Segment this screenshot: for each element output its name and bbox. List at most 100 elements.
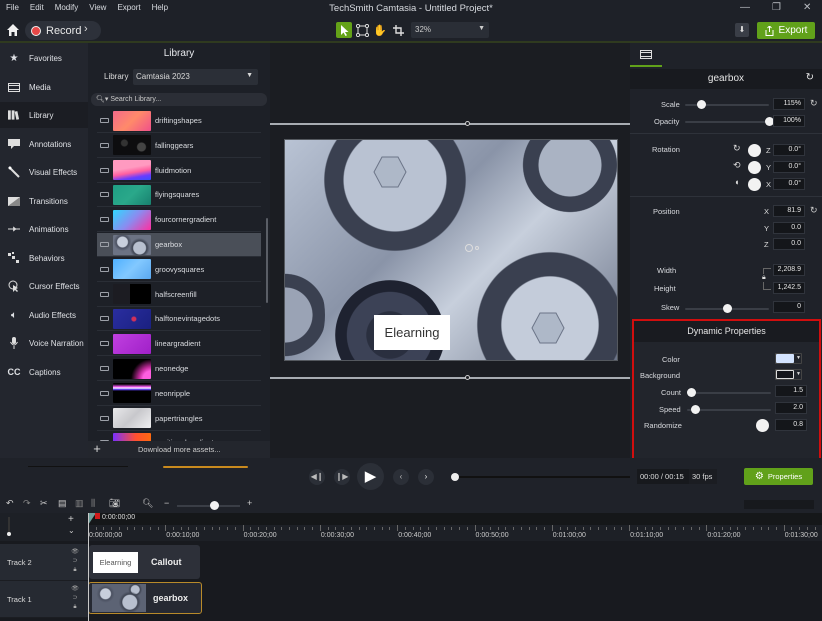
ruler-bar[interactable] (88, 513, 822, 525)
sidebar-item-annotations[interactable]: Annotations (0, 131, 88, 157)
playhead-line[interactable] (88, 513, 89, 621)
minimize-icon[interactable]: — (740, 2, 750, 13)
track-header[interactable]: Track 2 👁︎ ⊃ 🔒︎ (0, 544, 88, 581)
copy-icon[interactable]: ▤ (58, 498, 67, 509)
opacity-field[interactable]: 100% (773, 115, 805, 127)
skew-slider-knob[interactable] (722, 304, 732, 313)
reset-icon[interactable]: ↻ (810, 205, 818, 216)
callout-text-box[interactable]: Elearning (374, 315, 450, 350)
lock-icon[interactable]: 🔒︎ (73, 604, 76, 610)
position-z-field[interactable]: 0.0 (773, 238, 805, 250)
sidebar-item-transitions[interactable]: Transitions (0, 188, 88, 214)
reset-icon[interactable]: ↻ (810, 98, 818, 109)
selection-top-edge[interactable] (270, 123, 630, 125)
callout-clip[interactable]: Elearning Callout (89, 545, 200, 579)
library-item[interactable]: halfscreenfill (97, 283, 261, 307)
timeline-scroll-area[interactable] (744, 500, 814, 509)
edit-bounds-icon[interactable] (354, 22, 370, 38)
zoom-out-icon[interactable]: − (164, 498, 169, 508)
redo-icon[interactable]: ↷ (23, 498, 31, 509)
library-item[interactable]: papertriangles (97, 407, 261, 431)
sidebar-item-library[interactable]: Library (0, 102, 88, 128)
color-picker[interactable]: ▼ (775, 353, 802, 364)
sidebar-item-media[interactable]: Media (0, 74, 88, 100)
library-item[interactable]: flyingsquares (97, 183, 261, 208)
lock-icon[interactable]: 🔒︎ (762, 274, 766, 282)
zoom-in-icon[interactable]: + (247, 498, 252, 508)
split-icon[interactable]: ⫼ (91, 498, 95, 509)
previous-clip-icon[interactable]: ‹ (393, 469, 409, 485)
playhead-red-marker[interactable] (95, 513, 100, 519)
rotation-handle[interactable] (465, 244, 473, 252)
opacity-slider[interactable] (685, 121, 769, 123)
eye-icon[interactable]: 👁︎ (71, 586, 79, 592)
sidebar-item-voice-narration[interactable]: Voice Narration (0, 330, 88, 356)
drag-handle[interactable] (163, 466, 248, 468)
width-field[interactable]: 2,208.9 (773, 264, 805, 276)
paste-icon[interactable]: ▥ (75, 498, 84, 509)
crop-icon[interactable] (390, 22, 406, 38)
count-field[interactable]: 1.5 (775, 385, 807, 397)
undo-icon[interactable]: ↶ (6, 498, 14, 509)
select-arrow-icon[interactable] (336, 22, 352, 38)
library-selector-dropdown[interactable]: Camtasia 2023 ▼ (133, 69, 258, 85)
sidebar-item-captions[interactable]: CC Captions (0, 359, 88, 385)
download-icon[interactable]: ⬇ (735, 23, 749, 37)
sidebar-item-audio-effects[interactable]: 🔈︎ Audio Effects (0, 302, 88, 328)
step-back-icon[interactable]: ◀❙ (309, 469, 325, 485)
step-forward-icon[interactable]: ❙▶ (334, 469, 350, 485)
library-item[interactable]: fluidmotion (97, 159, 261, 183)
skew-field[interactable]: 0 (773, 301, 805, 313)
reset-icon[interactable]: ↻ (806, 72, 814, 83)
visual-properties-tab[interactable] (630, 43, 662, 67)
next-clip-icon[interactable]: › (418, 469, 434, 485)
library-search-input[interactable]: 🔍︎▾ Search Library... (91, 93, 267, 106)
sidebar-item-cursor-effects[interactable]: Cursor Effects (0, 273, 88, 299)
scrubber-knob[interactable] (450, 473, 459, 481)
video-preview[interactable]: Elearning (284, 139, 618, 361)
position-x-field[interactable]: 81.9 (773, 205, 805, 217)
background-color-picker[interactable]: ▼ (775, 369, 802, 380)
height-field[interactable]: 1,242.5 (773, 282, 805, 294)
library-item[interactable]: driftingshapes (97, 109, 261, 133)
library-item[interactable]: fourcornergradient (97, 208, 261, 233)
resize-handle-top[interactable] (465, 121, 470, 126)
playback-scrubber[interactable] (455, 476, 630, 478)
rotation-y-dial[interactable] (748, 161, 761, 174)
scale-field[interactable]: 115% (773, 98, 805, 110)
cut-icon[interactable]: ✂ (40, 498, 48, 509)
speed-slider-knob[interactable] (690, 405, 700, 414)
add-track-icon[interactable]: + (68, 514, 74, 525)
scale-slider-knob[interactable] (697, 100, 707, 109)
library-item[interactable]: halftonevintagedots (97, 307, 261, 332)
snapshot-camera-icon[interactable]: 📷︎ (109, 498, 120, 509)
properties-button[interactable]: ⚙ Properties (744, 468, 813, 485)
add-asset-button[interactable]: + (90, 442, 104, 456)
lock-icon[interactable]: 🔒︎ (73, 567, 76, 573)
chevron-down-icon[interactable]: ⌄ (68, 526, 75, 535)
magnet-icon[interactable]: ⊃ (72, 558, 77, 564)
pan-hand-icon[interactable]: ✋ (372, 22, 388, 38)
library-item[interactable]: fallinggears (97, 134, 261, 158)
position-y-field[interactable]: 0.0 (773, 222, 805, 234)
magnet-icon[interactable]: ⊃ (72, 595, 77, 601)
anchor-point-handle[interactable] (475, 246, 479, 250)
sidebar-item-behaviors[interactable]: Behaviors (0, 245, 88, 271)
restore-icon[interactable]: ❐ (772, 2, 781, 13)
timeline-zoom-slider[interactable] (177, 505, 240, 507)
library-scrollbar[interactable] (266, 218, 268, 303)
export-button[interactable]: Export (757, 22, 815, 39)
download-more-assets-link[interactable]: Download more assets... (138, 445, 221, 454)
eye-icon[interactable]: 👁︎ (71, 549, 79, 555)
library-item[interactable]: lineargradient (97, 332, 261, 357)
rotation-x-dial[interactable] (748, 178, 761, 191)
randomize-dial[interactable] (756, 419, 769, 432)
rotation-x-field[interactable]: 0.0° (773, 178, 805, 190)
rotation-z-field[interactable]: 0.0° (773, 144, 805, 156)
randomize-field[interactable]: 0.8 (775, 419, 807, 431)
rotation-y-field[interactable]: 0.0° (773, 161, 805, 173)
gearbox-clip[interactable]: gearbox (88, 582, 202, 614)
zoom-search-icon[interactable]: 🔍︎ (142, 498, 153, 509)
library-item[interactable]: neonedge (97, 357, 261, 381)
library-item[interactable]: gearbox (97, 233, 261, 257)
